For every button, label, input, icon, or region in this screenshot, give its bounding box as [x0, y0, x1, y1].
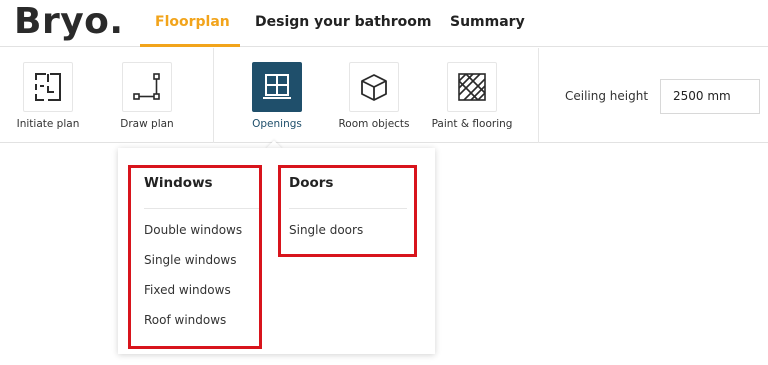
ceiling-height-label: Ceiling height [565, 89, 649, 103]
draw-plan-icon [122, 62, 172, 112]
toolbar-divider [538, 48, 539, 143]
initiate-plan-icon [23, 62, 73, 112]
cube-icon [349, 62, 399, 112]
tool-label: Initiate plan [16, 118, 80, 130]
tool-paint-flooring[interactable]: Paint & flooring [427, 48, 517, 143]
tool-label: Room objects [338, 118, 410, 130]
tool-label: Openings [252, 118, 302, 130]
active-tab-indicator [140, 44, 240, 47]
tab-design-your-bathroom[interactable]: Design your bathroom [255, 0, 431, 47]
tool-openings[interactable]: Openings [232, 48, 322, 143]
top-nav: Bryo. Floorplan Design your bathroom Sum… [0, 0, 768, 47]
tool-label: Draw plan [120, 118, 174, 130]
toolbar-divider [213, 48, 214, 143]
ceiling-height-value: 2500 mm [673, 89, 731, 103]
tab-floorplan[interactable]: Floorplan [155, 0, 230, 47]
doors-highlight-box [278, 165, 417, 257]
ceiling-height-input[interactable]: 2500 mm [660, 79, 760, 114]
tab-summary[interactable]: Summary [450, 0, 525, 47]
window-icon [252, 62, 302, 112]
tool-draw-plan[interactable]: Draw plan [102, 48, 192, 143]
tool-initiate-plan[interactable]: Initiate plan [3, 48, 93, 143]
flooring-icon [447, 62, 497, 112]
toolbar: Initiate plan Draw plan Openings Room ob… [0, 48, 768, 143]
tool-room-objects[interactable]: Room objects [329, 48, 419, 143]
tool-label: Paint & flooring [431, 118, 513, 130]
windows-highlight-box [128, 165, 262, 349]
brand-logo[interactable]: Bryo. [14, 0, 124, 44]
